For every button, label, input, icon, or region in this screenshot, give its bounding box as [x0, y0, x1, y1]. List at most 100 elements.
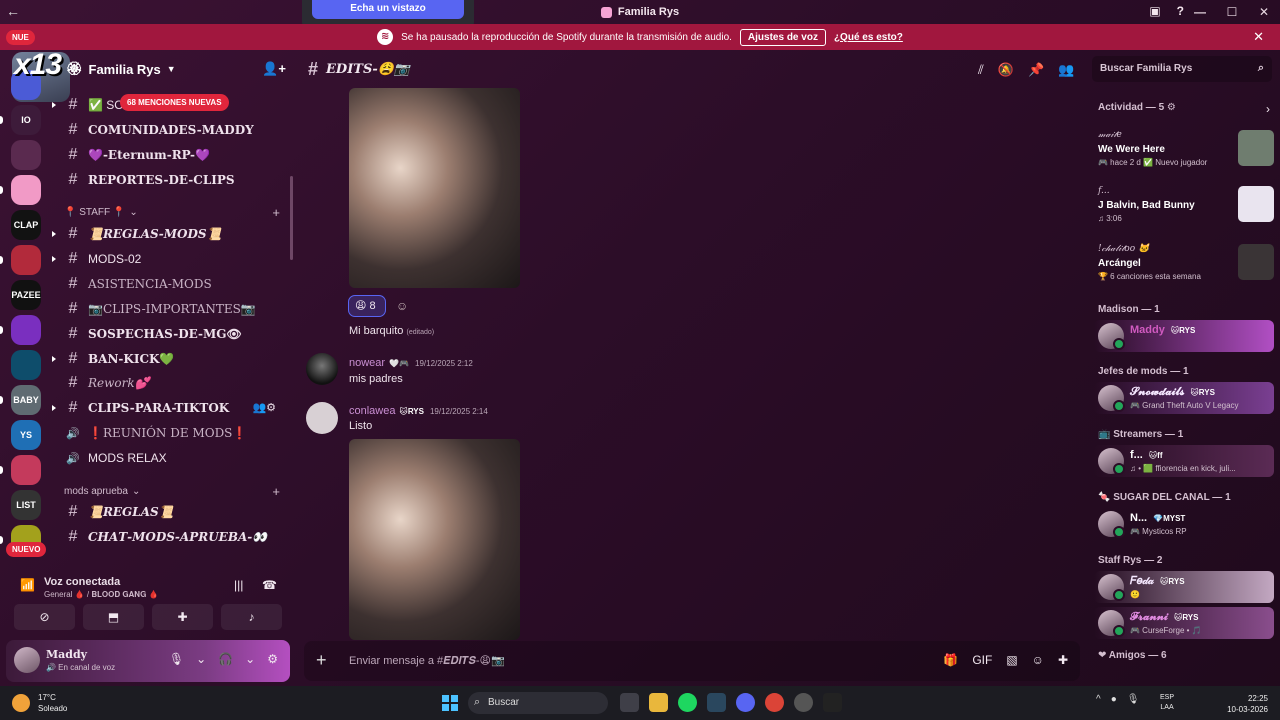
channel-item[interactable]: # SOSPECHAS-DE-MG👁 [58, 323, 286, 345]
server-icon[interactable] [11, 140, 41, 170]
server-icon[interactable]: CLAP [11, 210, 41, 240]
server-icon[interactable]: YS [11, 420, 41, 450]
language-indicator[interactable]: ESP LAA [1160, 693, 1174, 713]
what-is-this-link[interactable]: ¿Qué es esto? [834, 32, 903, 43]
chevron-down-icon[interactable]: ⌄ [196, 652, 206, 666]
chevron-down-icon[interactable]: ⌄ [245, 652, 255, 666]
channel-settings-icon[interactable]: 👥⚙ [252, 401, 276, 414]
spotify-icon[interactable] [678, 693, 697, 712]
windows-start-icon[interactable] [442, 695, 458, 711]
noise-suppression-icon[interactable]: ||| [234, 578, 243, 592]
gear-icon[interactable]: ⚙ [267, 652, 278, 666]
sticker-icon[interactable]: ▧ [1006, 653, 1017, 667]
search-input[interactable]: Buscar Familia Rys ⌕ [1092, 56, 1272, 82]
server-icon[interactable] [11, 245, 41, 275]
microphone-icon[interactable]: 🎙 [169, 652, 184, 666]
member-row[interactable]: 𝓕𝓻𝓪𝓷𝓷𝓲 🐱RYS 🎮 CurseForge • 🎵 [1094, 607, 1274, 639]
close-icon[interactable]: ✕ [1248, 0, 1280, 24]
channel-item[interactable]: # REPORTES-DE-CLIPS [58, 169, 286, 191]
member-row[interactable]: f... 🐱ff ♫ • 🟩 ffiorencia en kick, juli... [1094, 445, 1274, 477]
category-staff[interactable]: 📍 STAFF 📍 ⌄ + [64, 205, 284, 220]
member-list-icon[interactable]: 👥 [1058, 62, 1074, 78]
upload-plus-icon[interactable]: + [316, 650, 327, 671]
chevron-up-icon[interactable]: ^ [1096, 694, 1101, 705]
channel-item[interactable]: 🔊 ❗REUNIÓN DE MODS❗ [58, 422, 286, 444]
emoji-icon[interactable]: ☺ [1032, 653, 1044, 667]
channel-item[interactable]: # 📷CLIPS-IMPORTANTES📷 [58, 298, 286, 320]
user-name[interactable]: Maddy [46, 648, 87, 661]
gif-icon[interactable]: GIF [972, 653, 992, 667]
taskbar-search[interactable]: ⌕ Buscar [468, 692, 608, 714]
gift-icon[interactable]: 🎁 [943, 653, 958, 667]
inbox-icon[interactable]: ▣ [1149, 4, 1160, 18]
channel-item[interactable]: # 💜-Eternum-RP-💜 [58, 144, 286, 166]
epic-games-icon[interactable] [823, 693, 842, 712]
chrome-icon[interactable] [765, 693, 784, 712]
channel-item[interactable]: # 📜𝑹𝑬𝑮𝑳𝑨𝑺📜 [58, 501, 286, 523]
chevron-right-icon[interactable]: › [1266, 102, 1270, 116]
camera-off-icon[interactable]: ⊘ [14, 604, 75, 630]
member-row[interactable]: 𝓢𝓷𝓸𝔀𝓭𝓪𝓲𝓵𝓼 🐱RYS 🎮 Grand Theft Auto V Legacy [1094, 382, 1274, 414]
channel-item[interactable]: # BAN-KICK💚 [52, 348, 286, 370]
server-icon[interactable]: PAZEE [11, 280, 41, 310]
server-header[interactable]: 🏵 Familia Rys ▼ 👤+ [52, 50, 292, 88]
channel-item[interactable]: # 📜𝑹𝑬𝑮𝑳𝑨𝑺-𝑴𝑶𝑫𝑺📜 [52, 223, 286, 245]
member-row[interactable]: N... 💎MYST 🎮 Mysticos RP [1094, 508, 1274, 540]
invite-people-icon[interactable]: 👤+ [262, 61, 286, 77]
signal-icon[interactable]: 📶 [20, 578, 35, 592]
tray-app-icon[interactable]: ● [1111, 694, 1117, 705]
message-image[interactable] [349, 88, 520, 288]
discord-icon[interactable] [736, 693, 755, 712]
channel-item[interactable]: # COMUNIDADES-MADDY [58, 119, 286, 141]
server-icon[interactable]: IO [11, 105, 41, 135]
server-icon[interactable] [11, 175, 41, 205]
new-servers-pill[interactable]: NUEVO [6, 542, 47, 557]
apps-icon[interactable]: ✚ [1058, 653, 1068, 667]
channel-item[interactable]: # 𝑅𝑒𝑤𝑜𝑟𝑘💕 [58, 372, 286, 394]
activity-item[interactable]: f... J Balvin, Bad Bunny ♫ 3:06 [1098, 186, 1274, 223]
channel-item[interactable]: 🔊 MODS RELAX [58, 447, 286, 469]
mute-notifications-icon[interactable]: 🔕 [998, 62, 1014, 78]
back-arrow-icon[interactable]: ← [6, 3, 20, 19]
reaction-pill[interactable]: 😩 8 [348, 295, 386, 317]
create-channel-icon[interactable]: + [272, 484, 280, 499]
server-icon[interactable] [11, 350, 41, 380]
clock[interactable]: 22:25 10-03-2026 [1224, 693, 1268, 715]
channel-item[interactable]: # MODS-02 [52, 248, 286, 270]
add-reaction-icon[interactable]: ☺ [396, 299, 408, 313]
member-row[interactable]: Maddy 🐱RYS [1094, 320, 1274, 352]
category-mods[interactable]: mods aprueba ⌄ + [64, 484, 284, 499]
screen-share-icon[interactable]: ⬒ [83, 604, 144, 630]
close-notice-icon[interactable]: ✕ [1253, 29, 1264, 45]
microphone-icon[interactable]: 🎙 [1127, 694, 1140, 705]
soundboard-icon[interactable]: ♪ [221, 604, 282, 630]
channel-item[interactable]: # 𝑪𝑯𝑨𝑻-𝑴𝑶𝑫𝑺-𝑨𝑷𝑹𝑼𝑬𝑩𝑨-👀 [58, 526, 286, 548]
avatar[interactable] [306, 353, 338, 385]
headphones-icon[interactable]: 🎧 [218, 652, 233, 666]
server-icon[interactable]: LIST [11, 490, 41, 520]
help-icon[interactable]: ? [1177, 4, 1184, 18]
server-icon[interactable] [11, 315, 41, 345]
github-icon[interactable] [794, 693, 813, 712]
voice-channel-path[interactable]: General 🩸 / 𝐁𝐋𝐎𝐎𝐃 𝐆𝐀𝐍𝐆 🩸 [44, 590, 159, 600]
maximize-icon[interactable]: ☐ [1216, 0, 1248, 24]
voice-status-title[interactable]: Voz conectada [44, 576, 120, 588]
channel-item[interactable]: # CLIPS-PARA-TIKTOK 👥⚙ [52, 397, 286, 419]
server-icon[interactable] [11, 455, 41, 485]
peek-button[interactable]: Echa un vistazo [312, 0, 464, 19]
file-explorer-icon[interactable] [649, 693, 668, 712]
message-image[interactable] [349, 439, 520, 640]
message-input[interactable]: Enviar mensaje a #𝑬𝑫𝑰𝑻𝑺-😩📷 [349, 654, 505, 668]
member-row[interactable]: 𝐹𝑒𝒹𝒶 🐱RYS 🙂 [1094, 571, 1274, 603]
task-view-icon[interactable] [620, 693, 639, 712]
server-icon[interactable]: BABY [11, 385, 41, 415]
steam-icon[interactable] [707, 693, 726, 712]
new-mentions-pill[interactable]: 68 MENCIONES NUEVAS [120, 94, 229, 111]
voice-settings-button[interactable]: Ajustes de voz [739, 28, 826, 46]
activity-item[interactable]: 𝓂𝒶𝒾𝓉𝑒 We Were Here 🎮 hace 2 d ✅ Nuevo juga… [1098, 130, 1274, 167]
weather-widget[interactable]: 17°C Soleado [12, 692, 67, 714]
minimize-icon[interactable]: — [1184, 0, 1216, 24]
activities-icon[interactable]: ✚ [152, 604, 213, 630]
disconnect-icon[interactable]: ☎ [262, 578, 277, 592]
user-avatar[interactable] [14, 647, 40, 673]
